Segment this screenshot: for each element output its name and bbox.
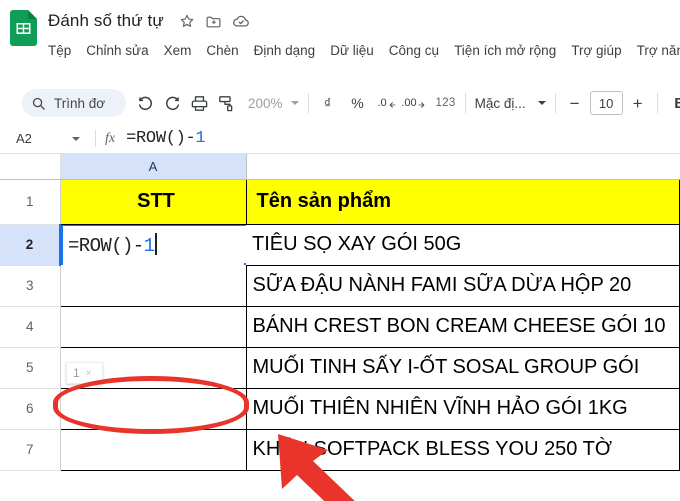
menu-item-format[interactable]: Định dạng	[254, 41, 323, 60]
font-size-increase-button[interactable]: +	[628, 95, 648, 112]
cell-b2[interactable]: TIÊU SỌ XAY GÓI 50G	[246, 224, 680, 266]
spreadsheet-grid[interactable]: A 1 STT Tên sản phẩm 2 =ROW()-1 TIÊU SỌ …	[0, 154, 680, 501]
cell-editor-prefix: =ROW()-	[68, 235, 144, 257]
chevron-down-icon	[290, 101, 299, 105]
name-box[interactable]: A2	[8, 131, 86, 146]
bold-button[interactable]: B	[667, 95, 680, 112]
search-input-label: Trình đơ	[54, 95, 106, 111]
row-header-2[interactable]: 2	[0, 224, 61, 266]
menu-item-tools[interactable]: Công cụ	[389, 41, 446, 60]
row-header-4[interactable]: 4	[0, 306, 61, 348]
chevron-down-icon	[72, 136, 80, 141]
cell-editor-number: 1	[143, 235, 155, 257]
toolbar-divider-4	[656, 93, 658, 113]
increase-decimal-button[interactable]: .00	[401, 88, 428, 118]
cell-b4[interactable]: BÁNH CREST BON CREAM CHEESE GÓI 10	[246, 306, 680, 348]
table-row: 2 =ROW()-1 TIÊU SỌ XAY GÓI 50G	[0, 224, 680, 266]
zoom-level-value: 200%	[248, 95, 283, 111]
cell-editor-text: =ROW()-1	[68, 233, 157, 257]
cell-b3[interactable]: SỮA ĐẬU NÀNH FAMI SỮA DỪA HỘP 20	[246, 265, 680, 307]
title-icon-group	[178, 12, 250, 30]
column-header-row: A	[0, 154, 680, 180]
cell-b1[interactable]: Tên sản phẩm	[246, 178, 680, 225]
menu-item-insert[interactable]: Chèn	[206, 41, 245, 60]
table-row: 1 STT Tên sản phẩm	[0, 178, 680, 225]
page-title[interactable]: Đánh số thứ tự	[48, 11, 164, 31]
move-to-folder-icon[interactable]	[205, 12, 223, 30]
decrease-decimal-button[interactable]: .0	[374, 88, 401, 118]
decrease-decimal-label: .0	[377, 97, 387, 109]
row-header-3[interactable]: 3	[0, 265, 61, 307]
google-sheets-icon[interactable]	[10, 10, 37, 46]
formula-input[interactable]: =ROW()-1	[126, 129, 206, 148]
formula-hint-count: 1	[73, 366, 80, 380]
menu-item-accessibility[interactable]: Trợ năng	[637, 41, 680, 60]
number-format-button[interactable]: 123	[436, 97, 456, 109]
formula-text-number: 1	[195, 129, 206, 148]
cell-b7[interactable]: KHĂN SOFTPACK BLESS YOU 250 TỜ	[246, 429, 680, 471]
cell-editor[interactable]: =ROW()-1	[61, 224, 246, 265]
toolbar-divider-3	[554, 93, 556, 113]
text-caret	[155, 233, 157, 255]
toolbar-divider	[307, 93, 309, 113]
increase-decimal-label: .00	[401, 97, 417, 109]
font-size-decrease-button[interactable]: −	[565, 95, 585, 112]
column-header-a[interactable]: A	[59, 154, 247, 180]
search-input[interactable]: Trình đơ	[22, 89, 126, 117]
font-family-select[interactable]: Mặc đị...	[475, 96, 546, 111]
formula-text-prefix: =ROW()-	[126, 129, 196, 148]
row-header-6[interactable]: 6	[0, 388, 61, 430]
menu-item-file[interactable]: Tệp	[48, 41, 78, 60]
close-icon[interactable]: ×	[86, 368, 92, 379]
menu-item-extensions[interactable]: Tiện ích mở rộng	[454, 41, 563, 60]
cell-a3[interactable]	[59, 265, 247, 307]
cell-a6[interactable]	[59, 388, 247, 430]
table-row: 4 BÁNH CREST BON CREAM CHEESE GÓI 10	[0, 306, 680, 348]
cell-a7[interactable]	[59, 429, 247, 471]
toolbar-divider-2	[464, 93, 466, 113]
row-header-7[interactable]: 7	[0, 429, 61, 471]
cell-a4[interactable]	[59, 306, 247, 348]
row-header-5[interactable]: 5	[0, 347, 61, 389]
name-box-value: A2	[16, 131, 32, 146]
menu-item-data[interactable]: Dữ liệu	[330, 41, 381, 60]
print-button[interactable]	[186, 88, 213, 118]
row-header-1[interactable]: 1	[0, 179, 61, 225]
formula-hint-chip[interactable]: 1 ×	[66, 362, 103, 384]
menu-item-help[interactable]: Trợ giúp	[571, 41, 628, 60]
menu-bar: Tệp Chỉnh sửa Xem Chèn Định dạng Dữ liệu…	[48, 38, 680, 62]
table-row: 7 KHĂN SOFTPACK BLESS YOU 250 TỜ	[0, 429, 680, 471]
select-all-corner[interactable]	[0, 154, 61, 180]
undo-button[interactable]	[132, 88, 159, 118]
chevron-down-icon	[537, 101, 546, 105]
star-icon[interactable]	[178, 12, 196, 30]
font-size-input[interactable]: 10	[589, 91, 623, 115]
fill-handle[interactable]	[243, 261, 246, 265]
cell-a1[interactable]: STT	[59, 178, 247, 225]
zoom-level-select[interactable]: 200%	[248, 96, 299, 111]
table-row: 3 SỮA ĐẬU NÀNH FAMI SỮA DỪA HỘP 20	[0, 265, 680, 307]
formula-bar: A2 fx =ROW()-1	[0, 124, 680, 154]
cell-b6[interactable]: MUỐI THIÊN NHIÊN VĨNH HẢO GÓI 1KG	[246, 388, 680, 430]
formula-bar-divider	[95, 130, 96, 147]
redo-button[interactable]	[159, 88, 186, 118]
table-row: 6 MUỐI THIÊN NHIÊN VĨNH HẢO GÓI 1KG	[0, 388, 680, 430]
font-family-value: Mặc đị...	[474, 95, 526, 111]
column-header-b[interactable]	[246, 154, 680, 180]
fx-icon: fx	[105, 130, 116, 146]
search-icon	[31, 96, 46, 111]
cell-a2-editing[interactable]: =ROW()-1	[60, 224, 246, 265]
cell-b5[interactable]: MUỐI TINH SẤY I-ỐT SOSAL GROUP GÓI	[246, 347, 680, 389]
paint-format-button[interactable]	[213, 88, 240, 118]
menu-item-edit[interactable]: Chỉnh sửa	[86, 41, 155, 60]
app-header: Đánh số thứ tự Tệp Chỉnh sửa Xem Chèn Đị…	[0, 0, 680, 82]
currency-format-button[interactable]: ₫	[318, 95, 338, 111]
cloud-saved-icon[interactable]	[232, 12, 250, 30]
toolbar: Trình đơ 200% ₫ % .0 .00 123 Mặc đị... −…	[0, 82, 680, 124]
percent-format-button[interactable]: %	[348, 95, 368, 111]
menu-item-view[interactable]: Xem	[164, 41, 199, 60]
